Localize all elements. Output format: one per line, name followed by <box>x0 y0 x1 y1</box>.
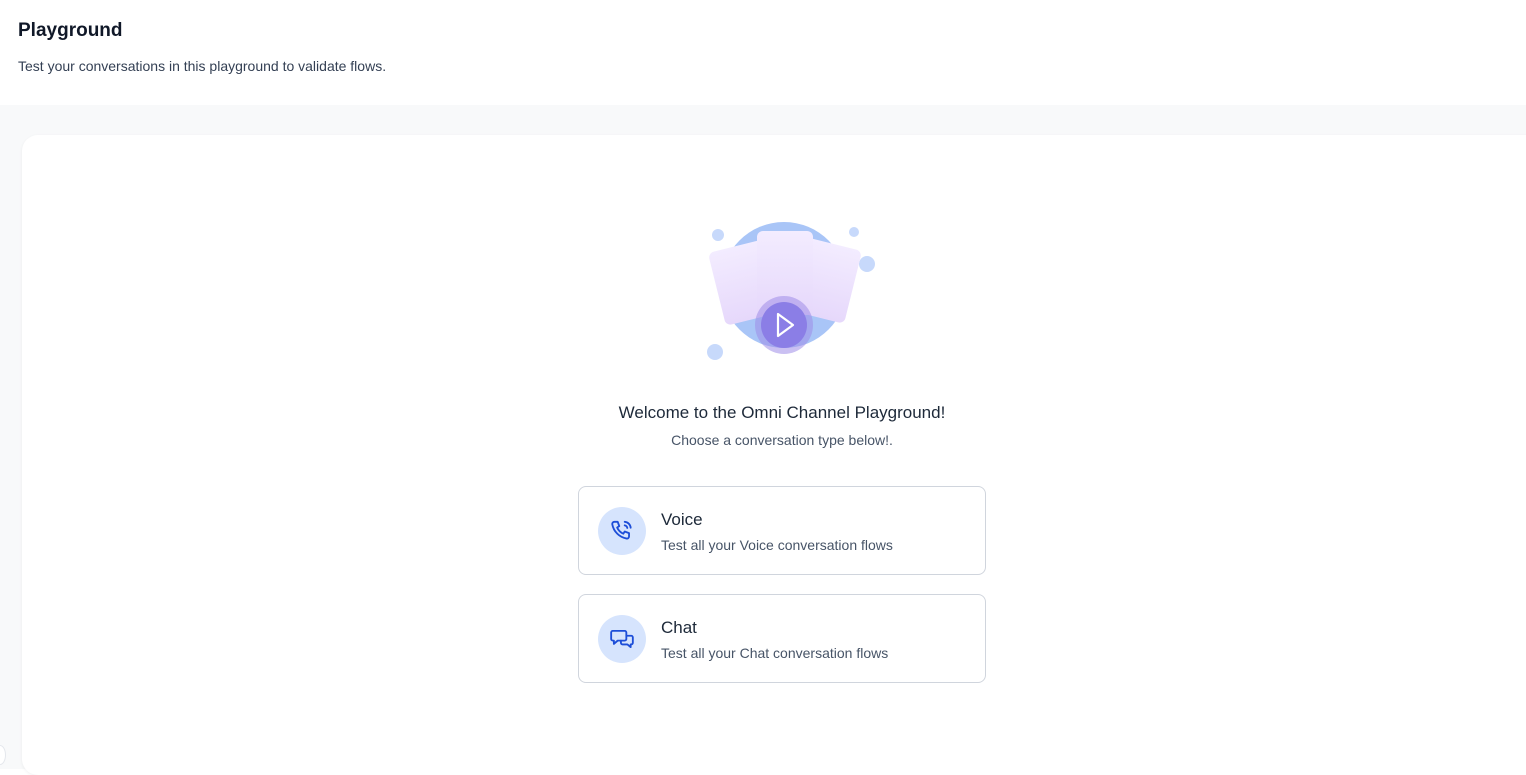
chat-bubbles-icon <box>598 615 646 663</box>
page-title: Playground <box>18 20 123 41</box>
page-header: Playground Test your conversations in th… <box>0 0 1526 105</box>
voice-option-title: Voice <box>661 510 703 529</box>
phone-icon <box>598 507 646 555</box>
page-subtitle: Test your conversations in this playgrou… <box>18 58 387 74</box>
voice-option-card[interactable]: Voice Test all your Voice conversation f… <box>578 486 986 575</box>
chat-option-title: Chat <box>661 618 697 637</box>
welcome-subtitle: Choose a conversation type below!. <box>671 432 893 448</box>
welcome-title: Welcome to the Omni Channel Playground! <box>618 403 946 422</box>
playground-illustration <box>707 222 875 360</box>
chat-option-description: Test all your Chat conversation flows <box>661 645 889 661</box>
voice-option-description: Test all your Voice conversation flows <box>661 537 893 553</box>
chat-option-card[interactable]: Chat Test all your Chat conversation flo… <box>578 594 986 683</box>
